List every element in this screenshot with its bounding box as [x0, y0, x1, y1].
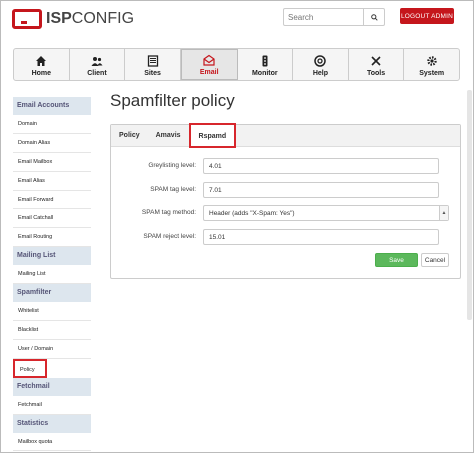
spam-tag-method-row: SPAM tag method: Header (adds "X-Spam: Y…: [111, 205, 462, 221]
logo-text: ISPCONFIG: [46, 10, 135, 27]
tab-rspamd[interactable]: Rspamd: [188, 123, 237, 148]
sidebar-item-policy[interactable]: Policy: [13, 358, 47, 378]
logo-mark-icon: [12, 9, 42, 29]
nav-label: Sites: [144, 70, 161, 77]
sidebar-heading: Mailing List: [13, 247, 91, 266]
cancel-button[interactable]: Cancel: [421, 253, 449, 267]
greylisting-row: Greylisting level: 4.01: [111, 158, 462, 174]
greylisting-level-input[interactable]: 4.01: [203, 158, 439, 174]
client-icon: [91, 57, 103, 66]
sidebar-item-fetchmail[interactable]: Fetchmail: [13, 396, 91, 415]
tab-policy[interactable]: Policy: [111, 125, 148, 146]
nav-monitor[interactable]: Monitor: [238, 49, 294, 80]
sidebar-item-mailbox-quota[interactable]: Mailbox quota: [13, 433, 91, 452]
nav-tools[interactable]: Tools: [349, 49, 405, 80]
nav-label: Home: [31, 70, 52, 77]
sidebar-heading: Fetchmail: [13, 377, 91, 396]
nav-label: Monitor: [251, 70, 278, 77]
greylisting-label: Greylisting level:: [148, 162, 196, 169]
sidebar-heading: Email Accounts: [13, 97, 91, 115]
nav-client[interactable]: Client: [70, 49, 126, 80]
nav-home[interactable]: Home: [14, 49, 70, 80]
gear-icon: [426, 56, 437, 66]
sidebar-item-blacklist[interactable]: Blacklist: [13, 321, 91, 340]
home-icon: [36, 56, 47, 66]
spam-tag-level-input[interactable]: 7.01: [203, 182, 439, 198]
monitor-icon: [262, 55, 268, 67]
sidebar-item-email-mailbox[interactable]: Email Mailbox: [13, 153, 91, 172]
sidebar-item-whitelist[interactable]: Whitelist: [13, 302, 91, 322]
save-button[interactable]: Save: [375, 253, 418, 267]
logout-button[interactable]: LOGOUT ADMIN: [400, 8, 454, 24]
sidebar-item-user-domain[interactable]: User / Domain: [13, 340, 91, 359]
nav-label: Client: [87, 70, 107, 77]
page-title: Spamfilter policy: [110, 91, 235, 110]
tab-amavis[interactable]: Amavis: [148, 125, 189, 146]
help-icon: [314, 55, 327, 67]
spam-tag-level-label: SPAM tag level:: [150, 186, 196, 193]
nav-help[interactable]: Help: [293, 49, 349, 80]
sidebar-item-domain-alias[interactable]: Domain Alias: [13, 134, 91, 153]
search-icon: [370, 13, 378, 21]
tab-bar: Policy Amavis Rspamd: [111, 123, 460, 148]
spam-reject-level-row: SPAM reject level: 15.01: [111, 229, 462, 245]
search-input[interactable]: [283, 8, 364, 26]
sidebar: Email Accounts Domain Domain Alias Email…: [13, 97, 91, 453]
nav-label: Help: [312, 70, 329, 77]
page-scrollbar[interactable]: [467, 90, 472, 320]
ispconfig-logo[interactable]: ISPCONFIG: [12, 9, 134, 33]
sidebar-item-email-forward[interactable]: Email Forward: [13, 191, 91, 210]
tools-icon: [371, 56, 381, 66]
nav-sites[interactable]: Sites: [125, 49, 181, 80]
spam-tag-method-value: Header (adds "X-Spam: Yes"): [209, 210, 295, 217]
sidebar-item-email-alias[interactable]: Email Alias: [13, 172, 91, 191]
select-caret-icon: ▲: [439, 206, 448, 220]
sidebar-item-domain[interactable]: Domain: [13, 115, 91, 134]
sidebar-item-mailing-list[interactable]: Mailing List: [13, 265, 91, 285]
nav-system[interactable]: System: [404, 49, 459, 80]
nav-label: System: [419, 70, 445, 77]
nav-label: Email: [199, 69, 219, 76]
sidebar-item-email-catchall[interactable]: Email Catchall: [13, 209, 91, 229]
sidebar-heading: Statistics: [13, 414, 91, 433]
spam-tag-level-row: SPAM tag level: 7.01: [111, 182, 462, 198]
policy-form-panel: Policy Amavis Rspamd Greylisting level: …: [110, 123, 462, 279]
spam-reject-level-input[interactable]: 15.01: [203, 229, 439, 245]
spam-reject-level-label: SPAM reject level:: [143, 233, 196, 240]
sidebar-heading: Spamfilter: [13, 284, 91, 303]
main-nav: Home Client Sites Email Monitor Help Too…: [13, 48, 460, 81]
nav-email[interactable]: Email: [180, 49, 238, 80]
sites-icon: [147, 55, 158, 67]
nav-label: Tools: [366, 70, 386, 77]
sidebar-item-email-routing[interactable]: Email Routing: [13, 228, 91, 248]
email-icon: [203, 54, 215, 66]
search-button[interactable]: [364, 8, 385, 26]
spam-tag-method-select[interactable]: Header (adds "X-Spam: Yes") ▲: [203, 205, 449, 221]
spam-tag-method-label: SPAM tag method:: [141, 209, 196, 216]
